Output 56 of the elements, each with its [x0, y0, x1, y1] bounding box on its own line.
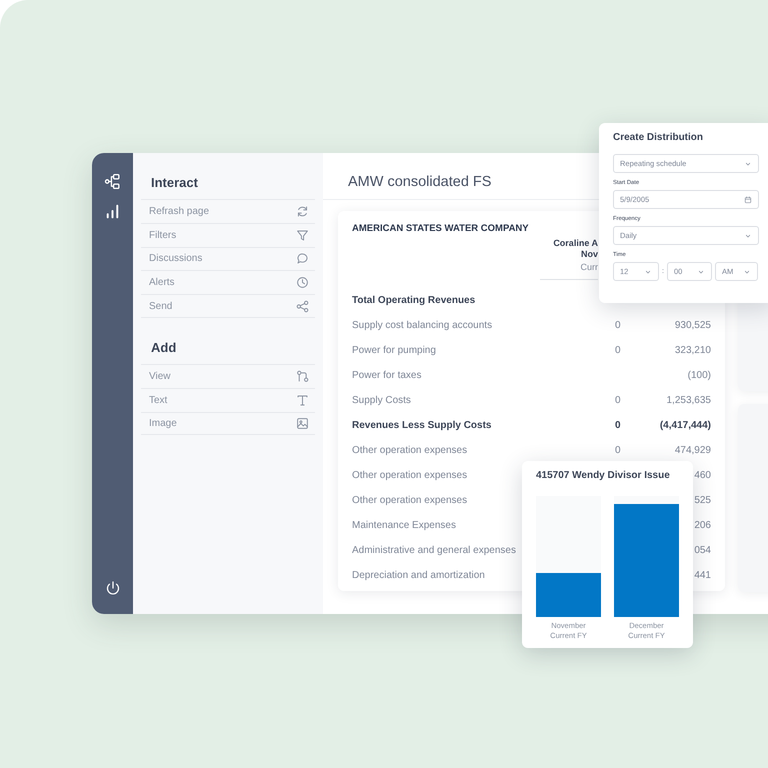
table-cell: 1,253,635	[666, 395, 711, 406]
row-label: Supply cost balancing accounts	[352, 320, 492, 331]
row-label: Other operation expenses	[352, 445, 468, 456]
power-icon[interactable]	[104, 580, 120, 596]
menu-item[interactable]: Discussions	[141, 246, 315, 270]
filter-icon	[296, 228, 309, 242]
chart-title: 415707 Wendy Divisor Issue	[536, 470, 671, 481]
row-label: Depreciation and amortization	[352, 570, 485, 581]
table-cell: 460	[694, 470, 711, 481]
row-label: Supply Costs	[352, 395, 411, 406]
section-title: Interact	[150, 174, 199, 192]
branch-icon	[296, 370, 309, 383]
table-cell: 441	[694, 570, 711, 581]
table-cell: 0	[615, 445, 621, 456]
table-cell: 930,525	[674, 320, 711, 331]
text-icon	[296, 394, 309, 407]
row-label: Power for taxes	[352, 370, 422, 381]
menu-item[interactable]: Refrash page	[141, 199, 315, 223]
menu-item[interactable]: Send	[141, 294, 315, 318]
column-header: Curr	[580, 262, 598, 273]
menu-item[interactable]: Alerts	[141, 270, 315, 294]
row-label: Revenues Less Supply Costs	[352, 420, 492, 431]
share-icon	[296, 300, 309, 313]
table-cell: 474,929	[674, 445, 711, 456]
bar-chart-icon[interactable]	[104, 203, 121, 220]
image-icon	[296, 416, 309, 430]
menu-item[interactable]: View	[141, 364, 315, 388]
table-cell: 0	[615, 345, 621, 356]
calendar-icon	[744, 196, 752, 204]
clock-icon	[296, 276, 309, 290]
table-cell: 0	[615, 320, 621, 331]
table-cell: 206	[694, 520, 711, 531]
table-cell: 525	[694, 495, 711, 506]
row-label: Total Operating Revenues	[352, 295, 476, 306]
table-cell: 0	[615, 420, 621, 431]
table-cell: 054	[694, 545, 711, 556]
chat-bubble-icon	[296, 252, 309, 266]
table-cell: 0	[615, 395, 621, 406]
table-cell: (100)	[688, 370, 711, 381]
row-label: Administrative and general expenses	[352, 545, 516, 556]
row-label: Other operation expenses	[352, 495, 468, 506]
section-title: Add	[150, 338, 178, 357]
row-label: Maintenance Expenses	[352, 520, 456, 531]
column-header: Coraline A	[553, 238, 598, 249]
menu-item[interactable]: Image	[141, 412, 315, 436]
menu-item[interactable]: Filters	[141, 222, 315, 247]
company-name: AMERICAN STATES WATER COMPANY	[352, 223, 529, 234]
popup-title: Create Distribution	[613, 132, 704, 143]
menu-item[interactable]: Text	[141, 388, 315, 412]
row-label: Power for pumping	[352, 345, 436, 356]
column-header: Nov	[580, 249, 598, 260]
table-cell: (4,417,444)	[660, 420, 711, 431]
table-cell: 323,210	[674, 345, 711, 356]
hierarchy-icon[interactable]	[104, 173, 121, 190]
refresh-icon	[296, 204, 309, 218]
row-label: Other operation expenses	[352, 470, 468, 481]
